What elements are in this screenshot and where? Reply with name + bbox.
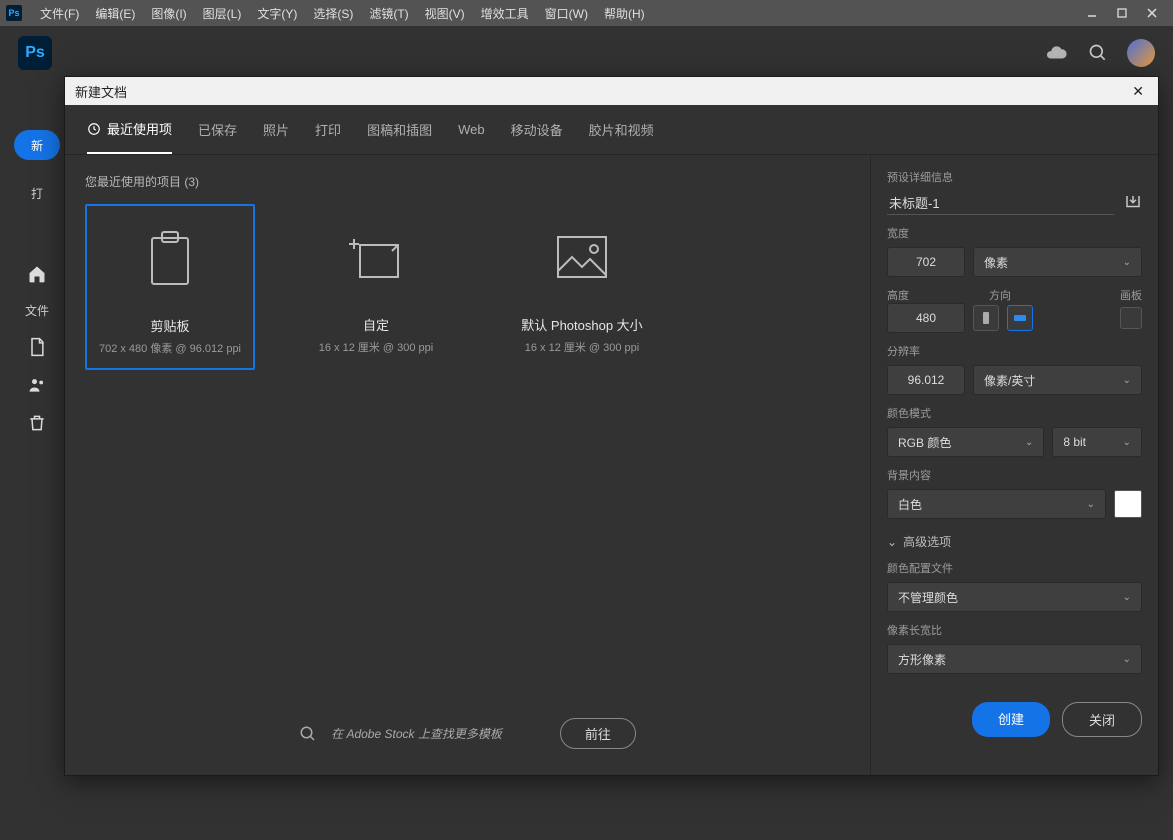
tab-web[interactable]: Web: [458, 105, 485, 154]
pixel-aspect-select[interactable]: 方形像素⌄: [887, 644, 1142, 674]
tab-print[interactable]: 打印: [315, 105, 341, 154]
stock-go-button[interactable]: 前往: [560, 718, 636, 749]
tab-saved[interactable]: 已保存: [198, 105, 237, 154]
background-label: 背景内容: [887, 467, 1142, 483]
width-unit-select[interactable]: 像素⌄: [973, 247, 1142, 277]
trash-icon[interactable]: [27, 413, 47, 433]
home-icon[interactable]: [27, 264, 47, 284]
width-input[interactable]: 702: [887, 247, 965, 277]
preset-name: 默认 Photoshop 大小: [521, 315, 642, 334]
ps-logo: Ps: [18, 36, 52, 70]
background-swatch[interactable]: [1114, 490, 1142, 518]
tab-film[interactable]: 胶片和视频: [589, 105, 654, 154]
resolution-input[interactable]: 96.012: [887, 365, 965, 395]
home-sidebar: 新 打 文件: [0, 80, 74, 840]
resolution-label: 分辨率: [887, 343, 1142, 359]
menu-select[interactable]: 选择(S): [305, 0, 361, 26]
document-name-input[interactable]: [887, 191, 1114, 215]
color-mode-select[interactable]: RGB 颜色⌄: [887, 427, 1044, 457]
height-label: 高度: [887, 287, 959, 303]
stock-placeholder[interactable]: 在 Adobe Stock 上查找更多模板: [331, 725, 502, 742]
avatar[interactable]: [1127, 39, 1155, 67]
ps-icon-small: Ps: [6, 5, 22, 21]
bit-depth-select[interactable]: 8 bit⌄: [1052, 427, 1142, 457]
menu-window[interactable]: 窗口(W): [537, 0, 596, 26]
color-profile-select[interactable]: 不管理颜色⌄: [887, 582, 1142, 612]
cloud-icon[interactable]: [1043, 40, 1069, 66]
menu-type[interactable]: 文字(Y): [249, 0, 305, 26]
tab-photo[interactable]: 照片: [263, 105, 289, 154]
recent-title: 您最近使用的项目 (3): [85, 173, 850, 190]
resolution-unit-select[interactable]: 像素/英寸⌄: [973, 365, 1142, 395]
menu-plugins[interactable]: 增效工具: [473, 0, 537, 26]
file-label: 文件: [25, 302, 49, 319]
orientation-portrait[interactable]: [973, 305, 999, 331]
new-document-dialog: 新建文档 ✕ 最近使用项 已保存 照片 打印 图稿和插图 Web 移动设备 胶片…: [64, 76, 1159, 776]
height-input[interactable]: 480: [887, 303, 965, 333]
dialog-close-icon[interactable]: ✕: [1128, 83, 1148, 100]
save-preset-icon[interactable]: [1124, 193, 1142, 214]
stock-search-row: 在 Adobe Stock 上查找更多模板 前往: [85, 702, 850, 757]
new-file-pill[interactable]: 新: [14, 130, 60, 160]
details-heading: 预设详细信息: [887, 169, 1142, 185]
preset-name: 剪贴板: [150, 316, 189, 335]
preset-sub: 16 x 12 厘米 @ 300 ppi: [525, 339, 640, 355]
color-mode-label: 颜色模式: [887, 405, 1142, 421]
window-minimize[interactable]: [1077, 0, 1107, 26]
preset-sub: 16 x 12 厘米 @ 300 ppi: [319, 339, 434, 355]
preset-name: 自定: [363, 315, 389, 334]
menu-view[interactable]: 视图(V): [417, 0, 473, 26]
menubar: Ps 文件(F) 编辑(E) 图像(I) 图层(L) 文字(Y) 选择(S) 滤…: [0, 0, 1173, 26]
app-header: Ps: [0, 26, 1173, 80]
tab-recent[interactable]: 最近使用项: [87, 105, 172, 154]
create-button[interactable]: 创建: [972, 702, 1050, 737]
background-select[interactable]: 白色⌄: [887, 489, 1106, 519]
presets-area: 您最近使用的项目 (3) 剪贴板 702 x 480 像素 @ 96.012 p…: [65, 155, 870, 775]
window-close[interactable]: [1137, 0, 1167, 26]
menu-edit[interactable]: 编辑(E): [87, 0, 143, 26]
search-icon: [299, 725, 317, 743]
menu-layer[interactable]: 图层(L): [195, 0, 250, 26]
preset-custom[interactable]: 自定 16 x 12 厘米 @ 300 ppi: [291, 204, 461, 370]
custom-icon: [340, 223, 412, 295]
close-button[interactable]: 关闭: [1062, 702, 1142, 737]
width-label: 宽度: [887, 225, 1142, 241]
preset-clipboard[interactable]: 剪贴板 702 x 480 像素 @ 96.012 ppi: [85, 204, 255, 370]
image-icon: [546, 223, 618, 295]
preset-details-panel: 预设详细信息 宽度 702 像素⌄ 高度 方向 画板 480: [870, 155, 1158, 775]
orientation-label: 方向: [989, 287, 1011, 303]
menu-filter[interactable]: 滤镜(T): [361, 0, 416, 26]
pixel-aspect-label: 像素长宽比: [887, 622, 1142, 638]
clipboard-icon: [134, 224, 206, 296]
shared-icon[interactable]: [27, 375, 47, 395]
dialog-title: 新建文档: [75, 82, 127, 101]
orientation-landscape[interactable]: [1007, 305, 1033, 331]
artboard-label: 画板: [1120, 287, 1142, 303]
advanced-toggle[interactable]: ⌄高级选项: [887, 533, 1142, 550]
dialog-tabs: 最近使用项 已保存 照片 打印 图稿和插图 Web 移动设备 胶片和视频: [65, 105, 1158, 155]
preset-default[interactable]: 默认 Photoshop 大小 16 x 12 厘米 @ 300 ppi: [497, 204, 667, 370]
dialog-titlebar: 新建文档 ✕: [65, 77, 1158, 105]
color-profile-label: 颜色配置文件: [887, 560, 1142, 576]
menu-image[interactable]: 图像(I): [143, 0, 194, 26]
menu-file[interactable]: 文件(F): [32, 0, 87, 26]
tab-recent-label: 最近使用项: [107, 119, 172, 138]
window-maximize[interactable]: [1107, 0, 1137, 26]
search-icon[interactable]: [1085, 40, 1111, 66]
document-icon[interactable]: [27, 337, 47, 357]
tab-mobile[interactable]: 移动设备: [511, 105, 563, 154]
artboard-checkbox[interactable]: [1120, 307, 1142, 329]
tab-art[interactable]: 图稿和插图: [367, 105, 432, 154]
open-file-pill[interactable]: 打: [14, 178, 60, 208]
preset-sub: 702 x 480 像素 @ 96.012 ppi: [99, 340, 241, 356]
menu-help[interactable]: 帮助(H): [596, 0, 653, 26]
